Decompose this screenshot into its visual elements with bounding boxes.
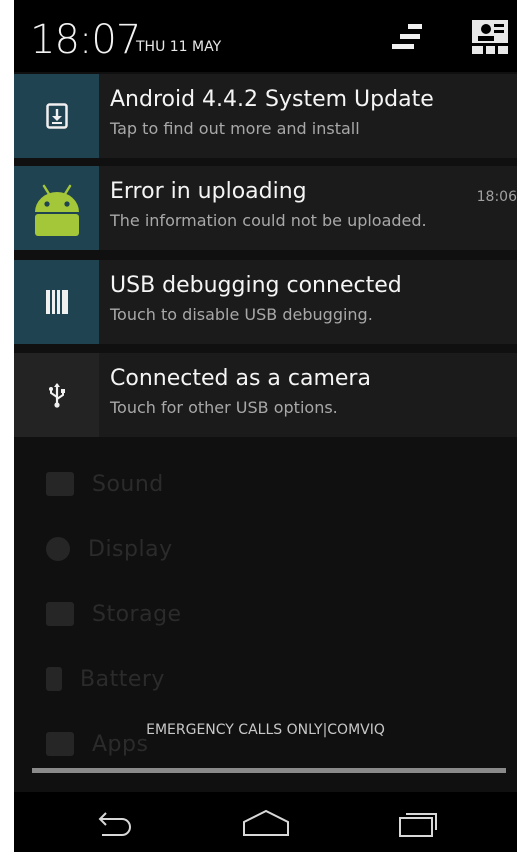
back-icon bbox=[98, 812, 131, 836]
notification-icon-box bbox=[14, 166, 99, 250]
storage-icon bbox=[46, 602, 74, 626]
settings-row-battery: Battery bbox=[46, 659, 165, 699]
notification-system-update[interactable]: Android 4.4.2 System Update Tap to find … bbox=[14, 74, 517, 158]
recents-button[interactable] bbox=[388, 806, 448, 840]
usb-debugging-icon bbox=[45, 290, 68, 314]
display-icon bbox=[46, 537, 70, 561]
notification-usb-debugging[interactable]: USB debugging connected Touch to disable… bbox=[14, 260, 517, 344]
settings-row-display: Display bbox=[46, 529, 173, 569]
notification-icon-box bbox=[14, 353, 99, 437]
notification-icon-box bbox=[14, 260, 99, 344]
notification-shade: Sound Display Storage Battery Apps 18:07… bbox=[14, 0, 517, 852]
settings-row-label: Display bbox=[88, 536, 173, 562]
clock[interactable]: 18:07 bbox=[30, 16, 141, 64]
notification-title: USB debugging connected bbox=[110, 273, 402, 298]
settings-row-label: Sound bbox=[92, 471, 164, 497]
usb-icon bbox=[48, 383, 65, 408]
android-icon bbox=[34, 184, 79, 236]
notification-subtitle: Tap to find out more and install bbox=[110, 119, 360, 138]
notification-usb-camera[interactable]: Connected as a camera Touch for other US… bbox=[14, 353, 517, 437]
date: THU 11 MAY bbox=[136, 39, 222, 55]
recents-icon bbox=[399, 813, 437, 837]
sound-icon bbox=[46, 472, 74, 496]
home-icon bbox=[243, 809, 289, 836]
settings-row-sound: Sound bbox=[46, 464, 164, 504]
quick-settings-icon[interactable] bbox=[470, 18, 510, 56]
shade-header: 18:07 THU 11 MAY bbox=[14, 0, 517, 72]
notification-upload-error[interactable]: Error in uploading The information could… bbox=[14, 166, 517, 250]
settings-toggle-icon[interactable] bbox=[388, 20, 428, 56]
settings-row-label: Storage bbox=[92, 601, 182, 627]
notification-icon-box bbox=[14, 74, 99, 158]
navigation-bar bbox=[14, 792, 517, 852]
home-button[interactable] bbox=[236, 806, 296, 840]
notification-subtitle: Touch for other USB options. bbox=[110, 398, 338, 417]
notification-subtitle: The information could not be uploaded. bbox=[110, 211, 427, 230]
system-update-icon bbox=[45, 103, 68, 129]
settings-row-label: Battery bbox=[80, 666, 165, 692]
shade-handle[interactable] bbox=[32, 768, 506, 773]
back-button[interactable] bbox=[84, 806, 144, 840]
carrier-label: EMERGENCY CALLS ONLY|COMVIQ bbox=[146, 722, 385, 738]
notification-title: Connected as a camera bbox=[110, 366, 371, 391]
notification-time: 18:06 bbox=[476, 189, 517, 205]
notification-title: Android 4.4.2 System Update bbox=[110, 87, 434, 112]
notification-subtitle: Touch to disable USB debugging. bbox=[110, 305, 373, 324]
notification-title: Error in uploading bbox=[110, 179, 307, 204]
battery-icon bbox=[46, 667, 62, 691]
settings-row-storage: Storage bbox=[46, 594, 182, 634]
